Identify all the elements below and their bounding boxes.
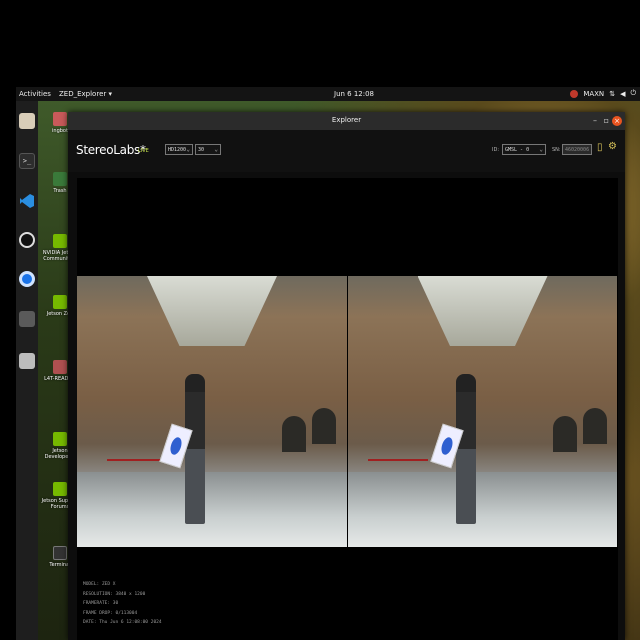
activities-button[interactable]: Activities [19,90,51,98]
app-menu[interactable]: ZED_Explorer ▾ [59,90,112,98]
chevron-down-icon: ⌄ [214,146,218,153]
close-icon[interactable]: × [612,116,622,126]
chevron-down-icon: ⌄ [186,146,190,153]
right-camera-view [347,276,617,547]
floor [77,472,347,547]
desktop-item-label: ingbot [52,128,68,134]
power-icon[interactable]: ⏻ [630,89,636,98]
camera-id-value: GMSL - 0 [505,147,530,153]
id-label: ID: [492,147,500,153]
nvidia-icon[interactable] [570,89,579,98]
left-camera-view [77,276,347,547]
atrium-skylight [417,276,548,346]
settings-gear-icon[interactable]: ⚙ [608,141,617,152]
terminal-icon [53,546,67,560]
atrium-skylight [147,276,277,346]
arch [582,408,607,444]
arch [282,416,306,452]
record-icon[interactable]: ▯ [597,142,603,153]
clock[interactable]: Jun 6 12:08 [334,90,374,98]
fps-value: 30 [198,147,205,153]
minimize-icon[interactable]: – [593,116,597,125]
info-model: MODEL: ZED X [83,582,116,587]
nvidia-icon [53,295,67,309]
fps-select[interactable]: 30 ⌄ [195,144,221,155]
files-icon[interactable] [19,113,35,129]
system-tray[interactable]: MAXN ⇅ ◀ ⏻ [570,89,636,98]
disk-icon[interactable] [19,353,35,369]
info-framerate: FRAMERATE: 30 [83,601,119,607]
dock: >_ [16,101,38,640]
network-icon[interactable]: ⇅ [609,90,615,98]
live-badge: LIVE [138,148,149,154]
folder-icon [53,112,67,126]
terminal-icon[interactable]: >_ [19,153,35,169]
person-figure [185,374,205,524]
trash-icon [53,172,67,186]
brand-logo: StereoLabs* [76,143,146,157]
resolution-select[interactable]: HD1200 ⌄ [165,144,193,155]
camera-id-select[interactable]: GMSL - 0 ⌄ [502,144,546,155]
video-viewport: MODEL: ZED X RESOLUTION: 3840 x 1200 FRA… [77,178,618,640]
serial-number-field: 46020006 [562,144,592,155]
toolbar: StereoLabs* LIVE HD1200 ⌄ 30 ⌄ ID: GMSL … [68,130,625,172]
camera-info-panel: MODEL: ZED X RESOLUTION: 3840 x 1200 FRA… [83,580,162,628]
resolution-value: HD1200 [168,147,187,153]
volume-icon[interactable]: ◀ [620,90,625,98]
folder-icon [53,360,67,374]
stereo-feed [77,276,618,547]
window-titlebar[interactable]: Explorer – ▫ × [68,112,625,130]
info-frame-drop: FRAME DROP: 0/113004 [83,610,138,616]
nvidia-icon [53,234,67,248]
power-mode-label[interactable]: MAXN [583,90,604,98]
sn-label: SN: [552,147,561,153]
maximize-icon[interactable]: ▫ [604,116,609,125]
nvidia-icon [53,432,67,446]
app-icon[interactable] [19,311,35,327]
barrier-rope [107,459,167,461]
explorer-window: Explorer – ▫ × StereoLabs* LIVE HD1200 ⌄… [68,112,625,640]
person-figure [455,374,476,524]
vscode-icon[interactable] [19,193,35,209]
window-title: Explorer [331,116,362,124]
chromium-icon[interactable] [19,271,35,287]
serial-number-value: 46020006 [565,147,590,153]
nvidia-icon [53,482,67,496]
obs-icon[interactable] [19,232,35,248]
floor [347,472,617,547]
barrier-rope [367,459,428,461]
top-panel: Activities ZED_Explorer ▾ Jun 6 12:08 MA… [16,87,640,101]
desktop-item-label: Trash [53,188,67,194]
arch [312,408,336,444]
arch [552,416,577,452]
info-date: DATE: Thu Jun 6 12:08:00 2024 [83,620,162,626]
info-resolution: RESOLUTION: 3840 x 1200 [83,591,146,597]
chevron-down-icon: ⌄ [539,146,543,153]
